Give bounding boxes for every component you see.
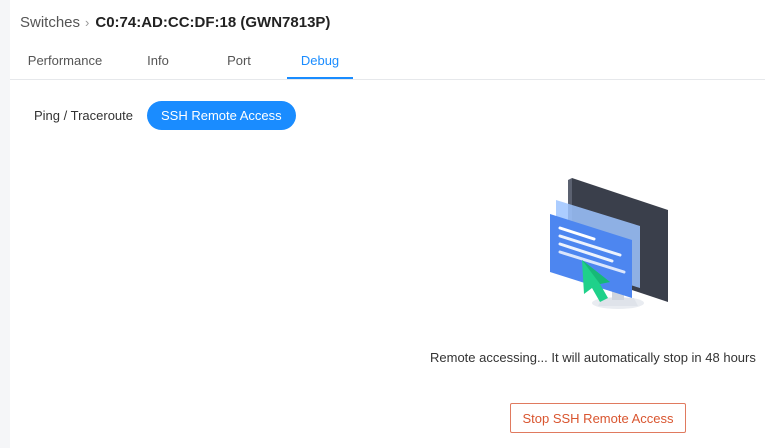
tab-info[interactable]: Info	[136, 44, 180, 78]
stop-ssh-remote-access-button[interactable]: Stop SSH Remote Access	[510, 403, 686, 433]
subtab-ping-traceroute[interactable]: Ping / Traceroute	[20, 101, 147, 130]
chevron-right-icon: ›	[85, 14, 90, 30]
subtab-ssh-remote-access[interactable]: SSH Remote Access	[147, 101, 296, 130]
tab-port[interactable]: Port	[216, 44, 262, 78]
debug-subtabs: Ping / Traceroute SSH Remote Access	[20, 101, 296, 130]
page-frame: Switches › C0:74:AD:CC:DF:18 (GWN7813P) …	[10, 0, 765, 448]
breadcrumb: Switches › C0:74:AD:CC:DF:18 (GWN7813P)	[20, 12, 330, 32]
tab-performance[interactable]: Performance	[18, 44, 112, 78]
breadcrumb-switches-link[interactable]: Switches	[20, 14, 80, 31]
ssh-remote-access-panel: Remote accessing... It will automaticall…	[40, 140, 765, 448]
breadcrumb-current-device: C0:74:AD:CC:DF:18 (GWN7813P)	[95, 13, 331, 31]
remote-access-status-text: Remote accessing... It will automaticall…	[430, 350, 756, 365]
monitor-remote-access-icon	[550, 178, 668, 309]
tab-debug[interactable]: Debug	[287, 44, 353, 79]
device-tabs: Performance Info Port Debug	[10, 44, 765, 80]
